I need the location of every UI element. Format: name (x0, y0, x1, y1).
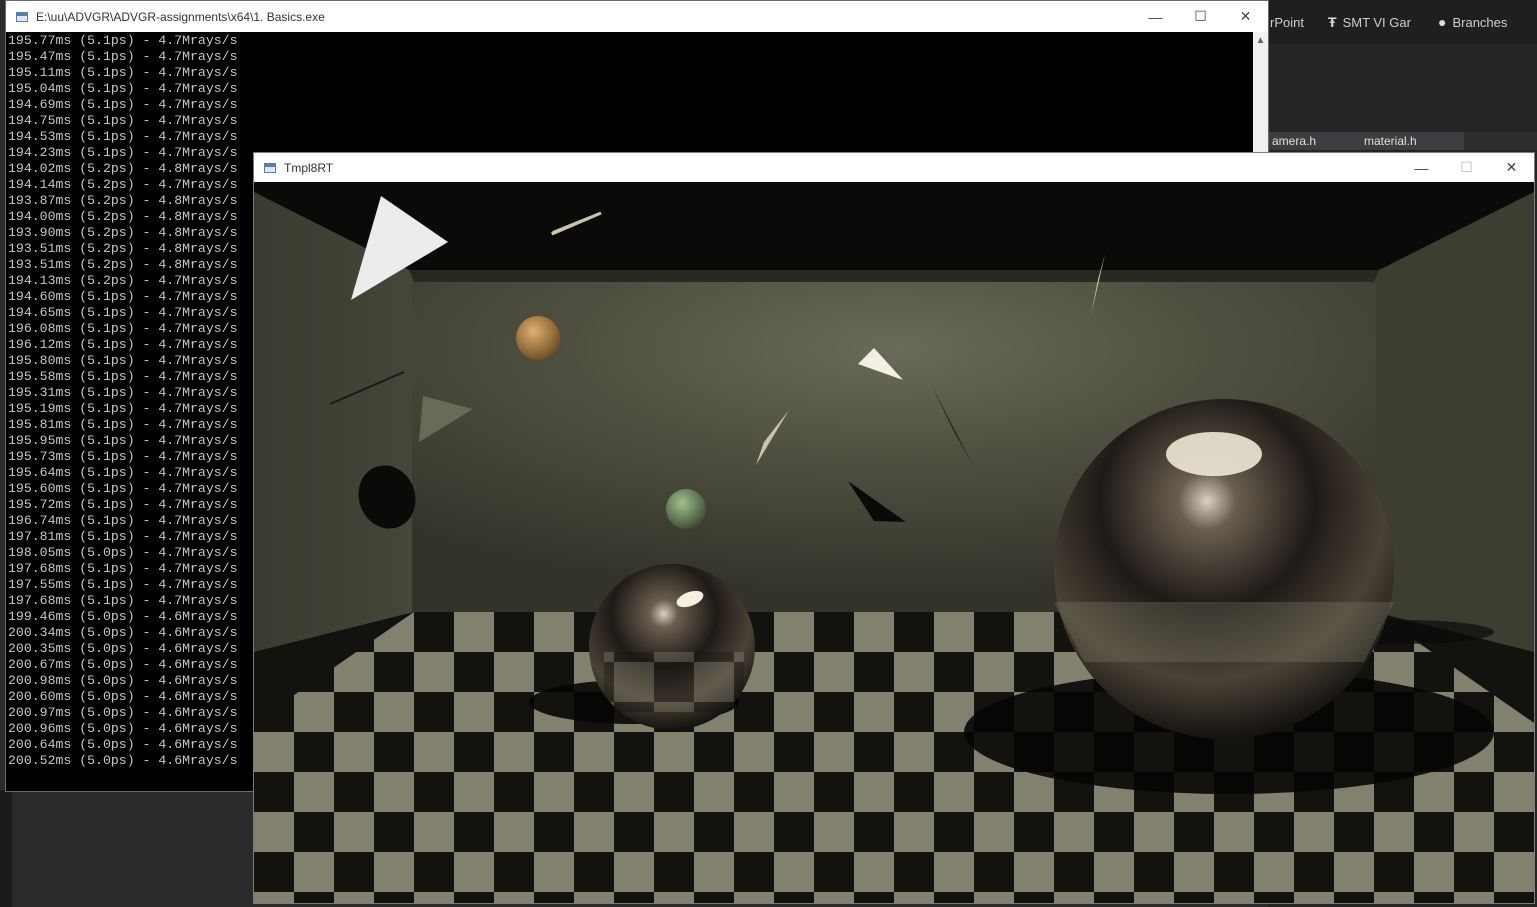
green-sphere (666, 489, 706, 529)
console-line: 195.04ms (5.1ps) - 4.7Mrays/s (8, 81, 238, 96)
github-icon: ● (1438, 14, 1447, 30)
maximize-button[interactable]: ☐ (1178, 1, 1223, 32)
file-tab-label: amera.h (1272, 134, 1317, 148)
console-line: 195.47ms (5.1ps) - 4.7Mrays/s (8, 49, 238, 64)
maximize-button[interactable]: ☐ (1444, 153, 1489, 182)
render-title: Tmpl8RT (284, 160, 334, 175)
browser-tab-label: Branches (1452, 14, 1508, 30)
browser-tab-label: rPoint (1270, 14, 1304, 30)
file-tab-label: material.h (1364, 134, 1417, 148)
orange-sphere (516, 316, 560, 360)
render-window: Tmpl8RT — ☐ ✕ (253, 152, 1535, 904)
right-wall (1374, 192, 1534, 652)
file-tab-material[interactable]: material.h (1360, 132, 1464, 150)
minimize-button[interactable]: — (1399, 153, 1444, 182)
rendered-scene (254, 182, 1534, 903)
tool-icon: Ŧ (1328, 14, 1337, 30)
minimize-button[interactable]: — (1133, 1, 1178, 32)
editor-file-tabs: amera.h material.h (1268, 132, 1537, 150)
render-viewport (254, 182, 1534, 903)
render-titlebar[interactable]: Tmpl8RT — ☐ ✕ (254, 153, 1534, 182)
console-titlebar[interactable]: E:\uu\ADVGR\ADVGR-assignments\x64\1. Bas… (6, 1, 1268, 32)
render-app-icon (264, 162, 276, 173)
console-line: 194.69ms (5.1ps) - 4.7Mrays/s (8, 97, 238, 112)
console-app-icon (16, 11, 28, 22)
browser-tab-label: SMT VI Gar (1342, 14, 1411, 30)
scroll-up-icon[interactable]: ▲ (1253, 32, 1268, 49)
browser-tab-powerpoint[interactable]: rPoint (1270, 12, 1304, 32)
browser-tab-strip: rPoint Ŧ SMT VI Gar ● Branches (1268, 0, 1537, 44)
console-line: 195.11ms (5.1ps) - 4.7Mrays/s (8, 65, 238, 80)
console-line: 195.77ms (5.1ps) - 4.7Mrays/s (8, 33, 238, 48)
console-line: 194.53ms (5.1ps) - 4.7Mrays/s (8, 129, 238, 144)
console-line: 194.75ms (5.1ps) - 4.7Mrays/s (8, 113, 238, 128)
render-caption-buttons: — ☐ ✕ (1399, 153, 1534, 182)
browser-tab-branches[interactable]: ● Branches (1438, 12, 1507, 32)
console-caption-buttons: — ☐ ✕ (1133, 1, 1268, 32)
close-button[interactable]: ✕ (1223, 1, 1268, 32)
close-button[interactable]: ✕ (1489, 153, 1534, 182)
desktop-edge (0, 790, 12, 907)
desktop-background (0, 790, 254, 907)
console-title: E:\uu\ADVGR\ADVGR-assignments\x64\1. Bas… (36, 9, 325, 24)
file-tab-camera[interactable]: amera.h (1268, 132, 1362, 150)
browser-tab-smt[interactable]: Ŧ SMT VI Gar (1328, 12, 1411, 32)
